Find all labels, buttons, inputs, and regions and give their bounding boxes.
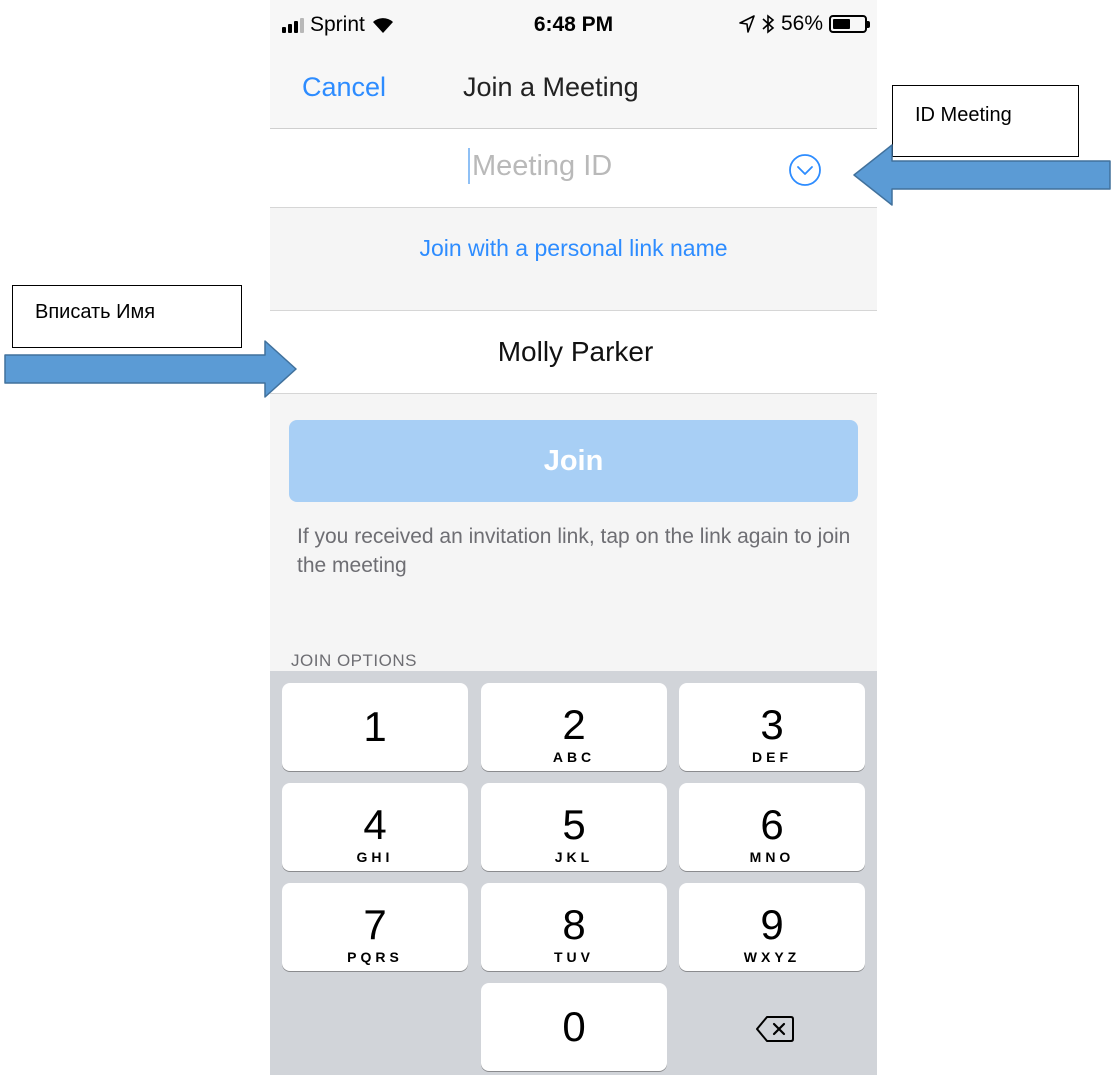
location-icon [739, 15, 755, 33]
key-letters: WXYZ [743, 949, 801, 965]
key-letters: MNO [749, 849, 795, 865]
bluetooth-icon [762, 14, 775, 34]
status-bar: Sprint 6:48 PM 56% [270, 0, 877, 52]
text-cursor [468, 148, 470, 184]
key-7[interactable]: 7 PQRS [282, 883, 468, 971]
key-letters: JKL [554, 849, 594, 865]
meeting-id-row [270, 129, 877, 208]
battery-fill [833, 19, 850, 29]
invitation-hint: If you received an invitation link, tap … [297, 525, 851, 577]
chevron-down-circle-icon[interactable] [788, 153, 822, 187]
key-4[interactable]: 4 GHI [282, 783, 468, 871]
key-digit: 4 [363, 801, 387, 848]
battery-percent: 56% [780, 12, 823, 35]
key-letters: PQRS [347, 949, 403, 965]
phone-screen: Sprint 6:48 PM 56% Cancel Join a Meeting [270, 0, 877, 1075]
numeric-keypad: 1 2 ABC 3 DEF 4 GHI 5 JKL 6 MNO 7 PQRS 8… [270, 671, 877, 1075]
key-digit: 6 [760, 801, 784, 848]
key-9[interactable]: 9 WXYZ [679, 883, 865, 971]
key-digit: 9 [760, 901, 784, 948]
personal-link-button[interactable]: Join with a personal link name [270, 235, 877, 262]
key-2[interactable]: 2 ABC [481, 683, 667, 771]
name-row [270, 310, 877, 394]
key-letters: DEF [752, 749, 792, 765]
key-letters: TUV [554, 949, 594, 965]
key-letters: GHI [356, 849, 394, 865]
key-0[interactable]: 0 [481, 983, 667, 1071]
key-digit: 7 [363, 901, 387, 948]
arrow-left-icon [853, 144, 1111, 206]
key-digit: 5 [562, 801, 586, 848]
status-right: 56% [739, 12, 870, 36]
key-8[interactable]: 8 TUV [481, 883, 667, 971]
key-3[interactable]: 3 DEF [679, 683, 865, 771]
key-6[interactable]: 6 MNO [679, 783, 865, 871]
page-title: Join a Meeting [463, 72, 639, 102]
cancel-button[interactable]: Cancel [302, 72, 386, 103]
key-digit: 8 [562, 901, 586, 948]
join-button[interactable]: Join [289, 420, 858, 502]
arrow-right-icon [4, 340, 297, 398]
key-digit: 3 [760, 701, 784, 748]
navigation-bar: Cancel Join a Meeting [270, 52, 877, 129]
join-options-header: JOIN OPTIONS [291, 651, 417, 670]
key-digit: 1 [363, 703, 387, 750]
backspace-icon[interactable] [755, 1014, 795, 1044]
key-1[interactable]: 1 [282, 683, 468, 771]
battery-icon [829, 15, 870, 33]
name-input[interactable] [270, 329, 877, 375]
key-digit: 2 [562, 701, 586, 748]
meeting-id-input[interactable] [468, 143, 772, 189]
key-digit: 0 [562, 1003, 586, 1050]
key-letters: ABC [552, 749, 596, 765]
key-5[interactable]: 5 JKL [481, 783, 667, 871]
